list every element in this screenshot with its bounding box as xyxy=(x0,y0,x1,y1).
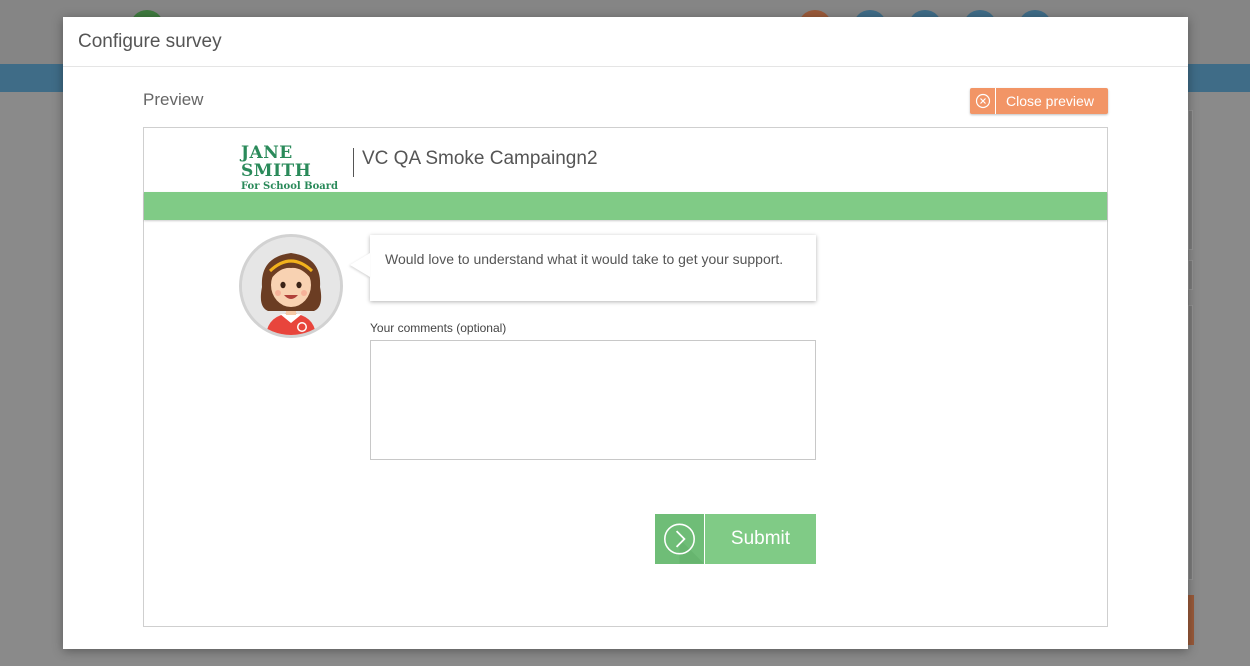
close-preview-label: Close preview xyxy=(1006,93,1094,109)
survey-brand-row: JANE SMITH For School Board VC QA Smoke … xyxy=(144,128,1107,192)
background-panel xyxy=(1188,305,1193,580)
background-panel xyxy=(1188,110,1193,250)
background-button xyxy=(1188,595,1194,645)
bubble-tail xyxy=(350,253,370,277)
campaign-name: VC QA Smoke Campaingn2 xyxy=(362,148,598,169)
close-circle-icon xyxy=(970,88,996,114)
comments-label: Your comments (optional) xyxy=(370,321,507,335)
question-bubble: Would love to understand what it would t… xyxy=(350,235,816,301)
modal-header: Configure survey xyxy=(63,17,1188,67)
background-panel xyxy=(1188,260,1193,290)
close-preview-button[interactable]: Close preview xyxy=(970,88,1108,114)
question-text: Would love to understand what it would t… xyxy=(385,251,784,267)
campaign-logo: JANE SMITH For School Board xyxy=(241,143,341,192)
girl-avatar-icon xyxy=(242,237,340,335)
submit-label: Submit xyxy=(730,528,791,549)
modal-title: Configure survey xyxy=(78,30,222,52)
preview-row: Preview Close preview xyxy=(143,88,1108,114)
chevron-right-circle-icon xyxy=(655,514,705,564)
logo-name: JANE SMITH xyxy=(241,143,312,181)
agent-avatar xyxy=(239,234,343,338)
submit-button[interactable]: Submit xyxy=(655,514,816,564)
comments-textarea[interactable] xyxy=(370,340,816,460)
survey-preview-frame: JANE SMITH For School Board VC QA Smoke … xyxy=(143,127,1108,627)
brand-divider xyxy=(353,148,354,177)
preview-label: Preview xyxy=(143,90,204,109)
survey-progress-bar xyxy=(144,192,1107,220)
configure-survey-modal: Configure survey Preview Close preview J… xyxy=(63,17,1188,649)
